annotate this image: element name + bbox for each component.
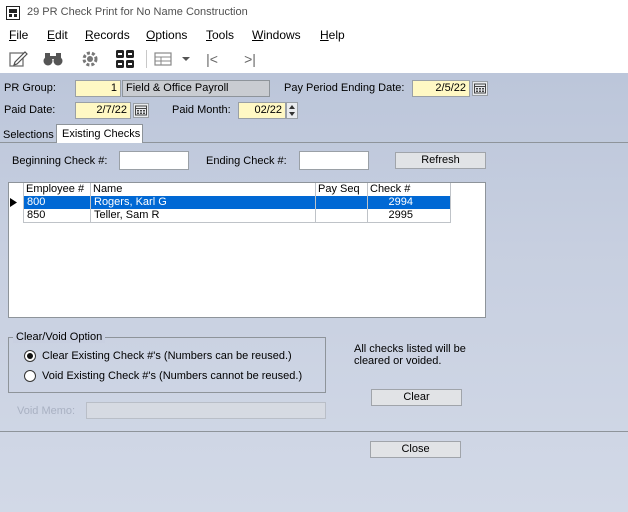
grid-icon[interactable]: [113, 48, 137, 70]
paid-month-label: Paid Month:: [172, 104, 231, 116]
paid-date-field[interactable]: 2/7/22: [75, 102, 131, 119]
paid-date-label: Paid Date:: [4, 104, 56, 116]
table-row-cell-check[interactable]: 2995: [367, 209, 451, 222]
col-header-employee[interactable]: Employee #: [24, 183, 84, 196]
binoculars-icon[interactable]: [41, 48, 65, 70]
void-option-radio[interactable]: [24, 370, 36, 382]
current-row-indicator: [10, 198, 17, 210]
ending-check-label: Ending Check #:: [206, 155, 287, 167]
menu-edit[interactable]: Edit: [47, 28, 68, 42]
app-icon: [6, 6, 20, 20]
chevron-down-icon[interactable]: [180, 48, 192, 70]
window-title: 29 PR Check Print for No Name Constructi…: [27, 6, 248, 18]
table-row-cell-name[interactable]: Rogers, Karl G: [91, 196, 315, 209]
beginning-check-input[interactable]: [119, 151, 189, 170]
grid-line: [367, 183, 368, 222]
table-row-cell-employee[interactable]: 800: [24, 196, 91, 209]
calendar-icon[interactable]: [133, 103, 149, 118]
period-end-field[interactable]: 2/5/22: [412, 80, 470, 97]
menu-options[interactable]: Options: [146, 28, 187, 42]
ending-check-input[interactable]: [299, 151, 369, 170]
clear-void-group: [8, 337, 326, 393]
table-row-cell-check[interactable]: 2994: [367, 196, 451, 209]
beginning-check-label: Beginning Check #:: [12, 155, 108, 167]
refresh-button[interactable]: Refresh: [395, 152, 486, 169]
footer-separator: [0, 431, 628, 432]
table-icon[interactable]: [153, 48, 175, 70]
calendar-icon[interactable]: [472, 81, 488, 96]
last-record-icon[interactable]: >|: [240, 48, 260, 70]
col-header-name[interactable]: Name: [91, 183, 122, 196]
col-header-check[interactable]: Check #: [368, 183, 410, 196]
table-row-cell-employee[interactable]: 850: [24, 209, 91, 222]
clear-option-label[interactable]: Clear Existing Check #'s (Numbers can be…: [42, 350, 292, 362]
grid-line: [315, 183, 316, 222]
menu-file[interactable]: File: [9, 28, 28, 42]
close-button[interactable]: Close: [370, 441, 461, 458]
menu-records[interactable]: Records: [85, 28, 130, 42]
first-record-icon[interactable]: |<: [202, 48, 222, 70]
pr-group-field[interactable]: 1: [75, 80, 121, 97]
menu-tools[interactable]: Tools: [206, 28, 234, 42]
clear-button[interactable]: Clear: [371, 389, 462, 406]
clear-void-group-label: Clear/Void Option: [13, 331, 106, 343]
radio-selected-dot: [27, 353, 33, 359]
grid-line: [23, 183, 24, 222]
toolbar-separator: [146, 50, 147, 68]
void-memo-input[interactable]: [86, 402, 326, 419]
pr-group-label: PR Group:: [4, 82, 56, 94]
grid-line: [23, 222, 451, 223]
col-header-pay-seq[interactable]: Pay Seq: [316, 183, 360, 196]
tab-existing-checks-label: Existing Checks: [62, 128, 141, 140]
edit-icon[interactable]: [8, 48, 30, 70]
pr-group-name-field: Field & Office Payroll: [122, 80, 270, 97]
table-row-cell-name[interactable]: Teller, Sam R: [91, 209, 315, 222]
void-memo-label: Void Memo:: [17, 405, 76, 417]
paid-month-field[interactable]: 02/22: [238, 102, 286, 119]
gear-icon[interactable]: [78, 48, 102, 70]
grid-line: [90, 183, 91, 222]
menu-help[interactable]: Help: [320, 28, 345, 42]
month-spinner[interactable]: [286, 102, 298, 119]
table-row-cell-pay-seq[interactable]: [315, 209, 367, 222]
grid-line: [450, 183, 451, 222]
tab-selections[interactable]: Selections: [3, 129, 54, 141]
table-row-cell-pay-seq[interactable]: [315, 196, 367, 209]
clear-void-note: All checks listed will be cleared or voi…: [354, 343, 466, 367]
void-option-label[interactable]: Void Existing Check #'s (Numbers cannot …: [42, 370, 302, 382]
menu-windows[interactable]: Windows: [252, 28, 301, 42]
period-end-label: Pay Period Ending Date:: [284, 82, 405, 94]
